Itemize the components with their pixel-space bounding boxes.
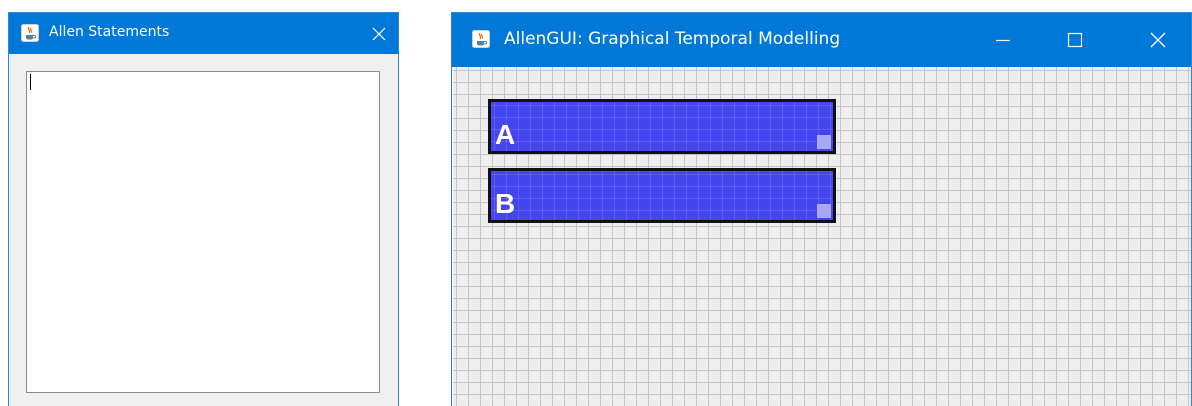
allen-statements-window: Allen Statements: [8, 12, 399, 406]
allengui-close-button[interactable]: [1136, 13, 1180, 67]
allen-statements-textarea[interactable]: [26, 71, 380, 393]
close-icon: [1150, 32, 1166, 48]
maximize-button[interactable]: [1053, 13, 1097, 67]
minimize-icon: [996, 39, 1010, 42]
interval-label-b: B: [495, 188, 516, 219]
text-caret: [30, 74, 31, 90]
interval-bar-b[interactable]: B: [488, 168, 836, 223]
statements-window-title: Allen Statements: [49, 24, 170, 40]
statements-titlebar[interactable]: Allen Statements: [9, 13, 398, 54]
allengui-titlebar[interactable]: AllenGUI: Graphical Temporal Modelling: [452, 13, 1191, 67]
allengui-window-title: AllenGUI: Graphical Temporal Modelling: [504, 29, 841, 49]
interval-label-a: A: [495, 119, 516, 150]
close-icon: [372, 27, 386, 40]
java-cup-icon: [21, 24, 39, 42]
allengui-window: AllenGUI: Graphical Temporal Modelling A…: [451, 12, 1192, 406]
minimize-button[interactable]: [981, 13, 1025, 67]
maximize-icon: [1067, 32, 1083, 48]
interval-a-resize-handle[interactable]: [817, 135, 831, 149]
java-cup-icon: [472, 30, 490, 48]
statements-close-button[interactable]: [359, 13, 398, 54]
interval-bar-a[interactable]: A: [488, 99, 836, 154]
interval-b-resize-handle[interactable]: [817, 204, 831, 218]
temporal-grid-canvas[interactable]: A B: [453, 67, 1191, 406]
